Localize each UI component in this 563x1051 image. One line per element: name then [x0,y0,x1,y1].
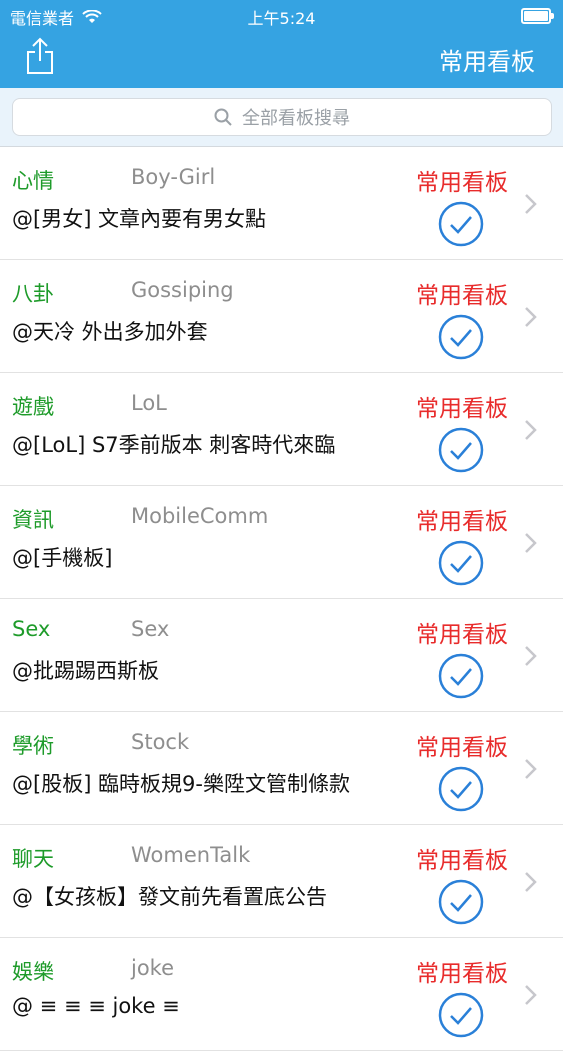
favorite-tag: 常用看板 [416,396,508,422]
checkmark-icon[interactable] [438,766,484,812]
page-title: 常用看板 [439,48,535,76]
favorite-tag: 常用看板 [416,509,508,535]
board-name: Stock [131,730,190,754]
chevron-right-icon [525,646,537,666]
status-bar: 電信業者 上午5:24 [0,0,563,30]
board-description: @ ≡ ≡ ≡ joke ≡ [12,994,180,1018]
chevron-right-icon [525,194,537,214]
board-category: 聊天 [12,847,54,871]
board-category: 娛樂 [12,960,54,984]
board-description: @[股板] 臨時板規9-樂陞文管制條款 [12,772,350,796]
share-icon [27,37,53,74]
board-name: Gossiping [131,278,234,302]
board-category: 資訊 [12,508,54,532]
board-name: Boy-Girl [131,165,216,189]
board-row[interactable]: 八卦 Gossiping 常用看板 @天冷 外出多加外套 [0,260,563,373]
search-input[interactable]: 全部看板搜尋 [12,98,552,136]
board-row[interactable]: 學術 Stock 常用看板 @[股板] 臨時板規9-樂陞文管制條款 [0,712,563,825]
search-bar: 全部看板搜尋 [0,88,563,147]
navigation-bar: 電信業者 上午5:24 常用看板 [0,0,563,88]
board-description: @天冷 外出多加外套 [12,320,208,344]
board-row[interactable]: 資訊 MobileComm 常用看板 @[手機板] [0,486,563,599]
chevron-right-icon [525,307,537,327]
search-placeholder: 全部看板搜尋 [242,108,350,129]
search-icon [214,108,232,126]
status-time: 上午5:24 [247,9,316,28]
battery-icon [521,8,554,24]
board-description: @【女孩板】發文前先看置底公告 [12,885,327,909]
checkmark-icon[interactable] [438,540,484,586]
share-button[interactable] [22,36,58,76]
board-name: joke [131,956,175,980]
board-description: @批踢踢西斯板 [12,659,159,683]
board-name: WomenTalk [131,843,251,867]
favorite-tag: 常用看板 [416,848,508,874]
chevron-right-icon [525,759,537,779]
chevron-right-icon [525,533,537,553]
board-name: LoL [131,391,167,415]
board-row[interactable]: 心情 Boy-Girl 常用看板 @[男女] 文章內要有男女點 [0,147,563,260]
favorite-tag: 常用看板 [416,622,508,648]
board-row[interactable]: 娛樂 joke 常用看板 @ ≡ ≡ ≡ joke ≡ [0,938,563,1051]
board-row[interactable]: Sex Sex 常用看板 @批踢踢西斯板 [0,599,563,712]
board-category: Sex [12,617,51,641]
board-description: @[LoL] S7季前版本 刺客時代來臨 [12,433,336,457]
checkmark-icon[interactable] [438,427,484,473]
chevron-right-icon [525,872,537,892]
board-category: 學術 [12,734,54,758]
favorite-tag: 常用看板 [416,170,508,196]
favorite-tag: 常用看板 [416,735,508,761]
board-row[interactable]: 遊戲 LoL 常用看板 @[LoL] S7季前版本 刺客時代來臨 [0,373,563,486]
board-description: @[手機板] [12,546,113,570]
board-list: 心情 Boy-Girl 常用看板 @[男女] 文章內要有男女點 八卦 Gossi… [0,147,563,1051]
chevron-right-icon [525,985,537,1005]
checkmark-icon[interactable] [438,314,484,360]
checkmark-icon[interactable] [438,879,484,925]
board-description: @[男女] 文章內要有男女點 [12,207,267,231]
board-category: 心情 [12,169,54,193]
chevron-right-icon [525,420,537,440]
board-category: 遊戲 [12,395,54,419]
favorite-tag: 常用看板 [416,283,508,309]
board-name: MobileComm [131,504,269,528]
board-name: Sex [131,617,170,641]
board-row[interactable]: 聊天 WomenTalk 常用看板 @【女孩板】發文前先看置底公告 [0,825,563,938]
checkmark-icon[interactable] [438,201,484,247]
checkmark-icon[interactable] [438,653,484,699]
checkmark-icon[interactable] [438,992,484,1038]
board-category: 八卦 [12,282,54,306]
favorite-tag: 常用看板 [416,961,508,987]
